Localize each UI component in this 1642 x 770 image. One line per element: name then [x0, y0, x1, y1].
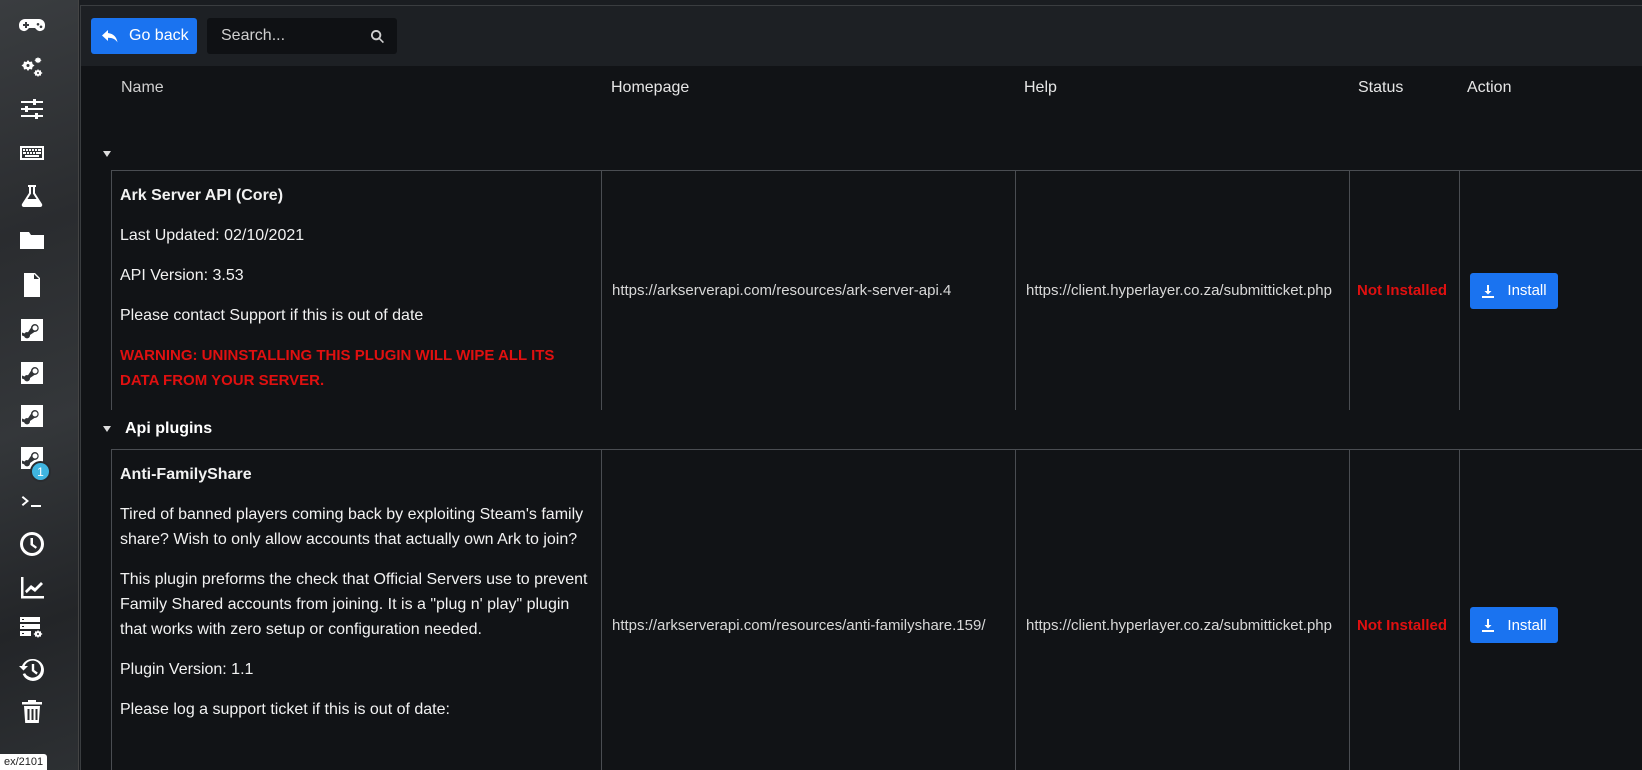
steam-icon[interactable]: [14, 398, 50, 434]
plugin-description-2: This plugin preforms the check that Offi…: [120, 571, 588, 638]
plugin-description-cell: Anti-FamilyShare Tired of banned players…: [112, 450, 602, 770]
plugin-status-cell: Not Installed: [1350, 171, 1460, 410]
plugin-action-cell: Install: [1460, 450, 1642, 770]
plugin-homepage-cell: https://arkserverapi.com/resources/anti-…: [602, 450, 1016, 770]
status-url-hint: ex/2101: [0, 754, 48, 770]
column-header-name[interactable]: Name: [121, 79, 164, 97]
steam-icon[interactable]: [14, 355, 50, 391]
column-header-help[interactable]: Help: [1024, 79, 1057, 97]
flask-icon[interactable]: [14, 178, 50, 214]
column-header-homepage[interactable]: Homepage: [611, 79, 689, 97]
file-pulse-icon[interactable]: [14, 267, 50, 303]
plugin-description-1: Tired of banned players coming back by e…: [120, 506, 584, 548]
plugin-last-updated: Last Updated: 02/10/2021: [120, 227, 305, 244]
plugin-help-link[interactable]: https://client.hyperlayer.co.za/submitti…: [1026, 617, 1332, 634]
plugin-warning: WARNING: UNINSTALLING THIS PLUGIN WILL W…: [120, 347, 555, 389]
plugin-api-version: API Version: 3.53: [120, 267, 244, 284]
install-label: Install: [1507, 616, 1547, 634]
plugin-help-link[interactable]: https://client.hyperlayer.co.za/submitti…: [1026, 282, 1332, 299]
plugin-support-note: Please log a support ticket if this is o…: [120, 701, 450, 718]
sidebar: 1 ex/2101: [0, 0, 79, 770]
plugin-help-cell: https://client.hyperlayer.co.za/submitti…: [1016, 171, 1350, 410]
plugin-help-cell: https://client.hyperlayer.co.za/submitti…: [1016, 450, 1350, 770]
plugin-version: Plugin Version: 1.1: [120, 661, 254, 678]
group-toggle-core[interactable]: [81, 134, 1642, 174]
caret-down-icon: [103, 151, 111, 157]
trash-icon[interactable]: [14, 694, 50, 730]
plugin-homepage-link[interactable]: https://arkserverapi.com/resources/ark-s…: [612, 282, 951, 299]
gamepad-icon[interactable]: [14, 7, 50, 43]
plugin-row-ark-server-api: Ark Server API (Core) Last Updated: 02/1…: [111, 170, 1642, 410]
plugin-row-anti-familyshare: Anti-FamilyShare Tired of banned players…: [111, 449, 1642, 770]
chart-line-icon[interactable]: [14, 570, 50, 606]
install-button[interactable]: Install: [1470, 272, 1558, 309]
plugin-title: Anti-FamilyShare: [120, 466, 252, 483]
plugin-homepage-link[interactable]: https://arkserverapi.com/resources/anti-…: [612, 617, 985, 634]
caret-down-icon: [103, 426, 111, 432]
search-box: [207, 18, 397, 54]
go-back-button[interactable]: Go back: [91, 18, 197, 54]
plugin-title: Ark Server API (Core): [120, 187, 284, 204]
gears-icon[interactable]: [14, 50, 50, 86]
keyboard-icon[interactable]: [14, 135, 50, 171]
clock-icon[interactable]: [14, 526, 50, 562]
group-toggle-api-plugins[interactable]: Api plugins: [81, 409, 1642, 449]
folder-icon[interactable]: [14, 222, 50, 258]
terminal-icon[interactable]: [14, 484, 50, 520]
plugin-support-note: Please contact Support if this is out of…: [120, 307, 424, 324]
status-badge: Not Installed: [1357, 616, 1448, 634]
download-icon: [1482, 619, 1495, 632]
plugin-description-cell: Ark Server API (Core) Last Updated: 02/1…: [112, 171, 602, 410]
main-panel: Go back Name Homepage Help Status Action…: [80, 5, 1642, 770]
column-header-status[interactable]: Status: [1358, 79, 1403, 97]
column-header-action[interactable]: Action: [1467, 79, 1511, 97]
status-badge: Not Installed: [1357, 282, 1448, 299]
plugin-homepage-cell: https://arkserverapi.com/resources/ark-s…: [602, 171, 1016, 410]
install-label: Install: [1507, 282, 1547, 299]
notification-badge: 1: [30, 461, 51, 482]
toolbar: Go back: [81, 6, 1642, 66]
sliders-icon[interactable]: [14, 91, 50, 127]
server-settings-icon[interactable]: [14, 610, 50, 646]
plugin-status-cell: Not Installed: [1350, 450, 1460, 770]
table-header: Name Homepage Help Status Action: [81, 66, 1642, 108]
reply-arrow-icon: [102, 30, 118, 43]
plugin-action-cell: Install: [1460, 171, 1642, 410]
search-input[interactable]: [221, 27, 361, 45]
download-icon: [1482, 284, 1495, 298]
search-icon[interactable]: [370, 29, 385, 44]
group-label: Api plugins: [125, 420, 213, 437]
history-icon[interactable]: [14, 652, 50, 688]
go-back-label: Go back: [129, 27, 189, 44]
install-button[interactable]: Install: [1470, 607, 1558, 643]
steam-icon[interactable]: [14, 312, 50, 348]
